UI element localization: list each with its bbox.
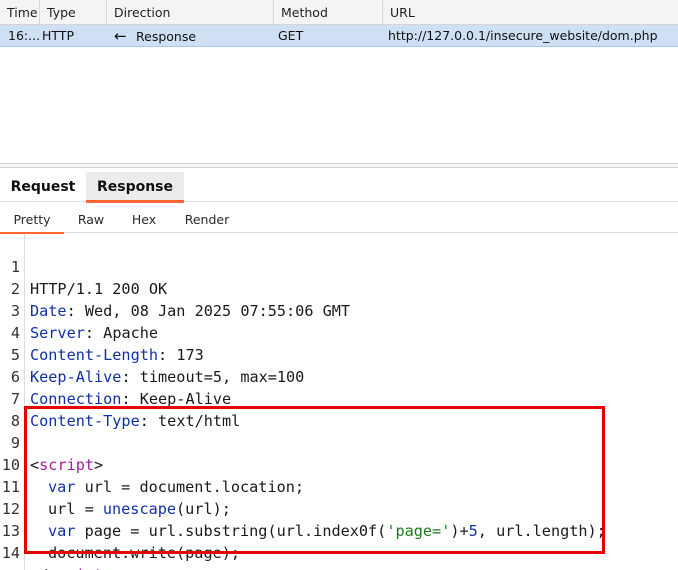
table-header: Time Type Direction Method URL [0, 0, 678, 25]
code-line: 2 Date: Wed, 08 Jan 2025 07:55:06 GMT [0, 256, 678, 320]
tab-pretty[interactable]: Pretty [0, 207, 64, 234]
response-editor[interactable]: 1 HTTP/1.1 200 OK 2 Date: Wed, 08 Jan 20… [0, 234, 678, 570]
code-line: 7 Content-Type: text/html [0, 366, 678, 430]
column-header-time[interactable]: Time [0, 0, 40, 25]
column-header-type[interactable]: Type [40, 0, 107, 25]
view-tabs: Pretty Raw Hex Render [0, 207, 678, 234]
code-line: 4 Content-Length: 173 [0, 300, 678, 364]
table-row[interactable]: 16:... HTTP ← Response GET http://127.0.0… [0, 25, 678, 47]
tag-bracket: </ [30, 566, 48, 570]
code-line: 1 HTTP/1.1 200 OK [0, 234, 678, 298]
row-type: HTTP [42, 28, 74, 43]
row-direction: ← Response [106, 25, 274, 47]
tag-name: script [48, 566, 103, 570]
pane-splitter[interactable] [0, 163, 678, 168]
tab-raw[interactable]: Raw [64, 207, 118, 233]
column-header-method[interactable]: Method [274, 0, 383, 25]
history-table: Time Type Direction Method URL 16:... HT… [0, 0, 678, 165]
tag-bracket: > [103, 566, 112, 570]
tab-request[interactable]: Request [0, 172, 86, 202]
row-direction-label: Response [136, 29, 197, 44]
left-arrow-icon: ← [114, 27, 127, 45]
column-header-direction[interactable]: Direction [107, 0, 274, 25]
line-number: 14 [1, 544, 20, 562]
code-line: 6 Connection: Keep-Alive [0, 344, 678, 408]
message-tabs: Request Response [0, 172, 678, 203]
code-line: 5 Keep-Alive: timeout=5, max=100 [0, 322, 678, 386]
code-line: 3 Server: Apache [0, 278, 678, 342]
column-header-url[interactable]: URL [383, 0, 678, 25]
red-highlight-box [24, 406, 605, 554]
tab-render[interactable]: Render [170, 207, 244, 233]
row-method: GET [278, 28, 304, 43]
tab-response[interactable]: Response [86, 172, 184, 203]
tab-hex[interactable]: Hex [118, 207, 170, 233]
row-url: http://127.0.0.1/insecure_website/dom.ph… [388, 28, 658, 43]
script-close-tag: </script> [30, 564, 112, 570]
